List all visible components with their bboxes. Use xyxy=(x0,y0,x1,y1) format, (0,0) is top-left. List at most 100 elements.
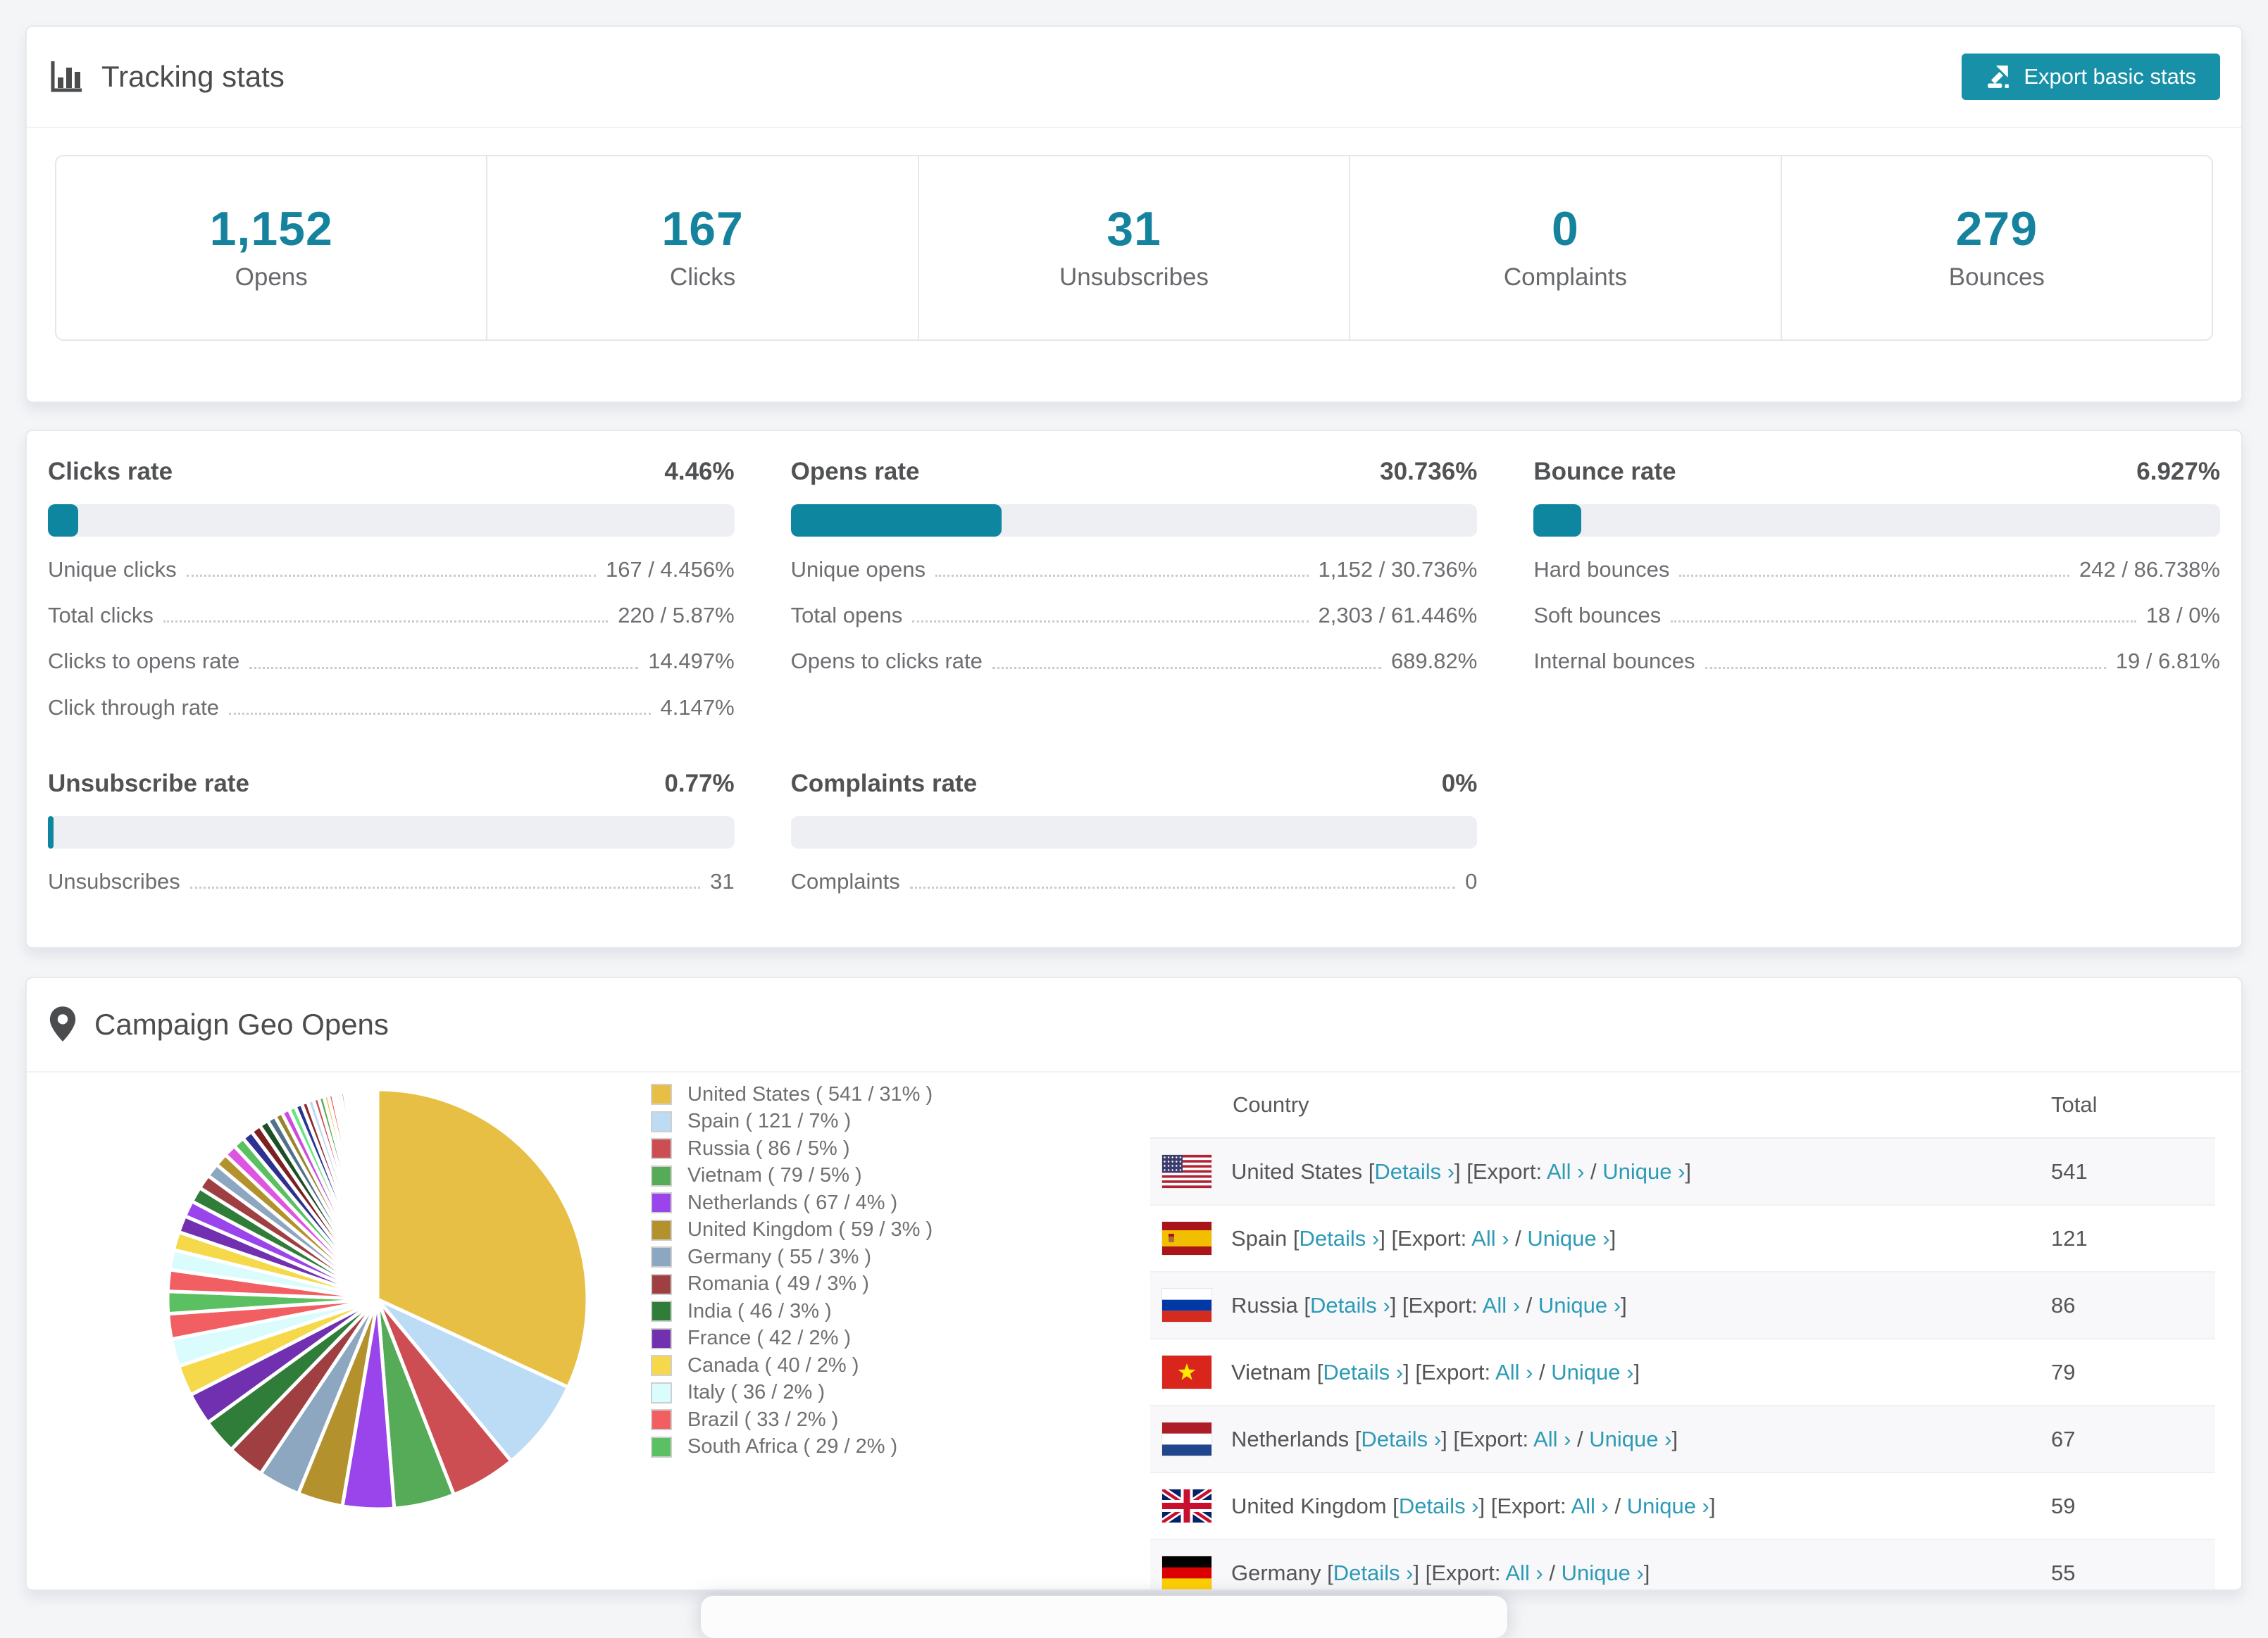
export-all-link[interactable]: All › xyxy=(1505,1561,1543,1585)
legend-swatch xyxy=(651,1273,672,1295)
details-link[interactable]: Details › xyxy=(1361,1427,1441,1451)
bracket-text: ] xyxy=(1685,1158,1692,1184)
tracking-stats-card: Tracking stats Export basic stats 1,152 O… xyxy=(25,25,2243,403)
stat-box: 279 Bounces xyxy=(1780,156,2212,339)
export-unique-link[interactable]: Unique › xyxy=(1602,1159,1685,1184)
page-title: Tracking stats xyxy=(101,60,285,93)
flag-us-icon xyxy=(1161,1154,1212,1189)
legend-label: India ( 46 / 3% ) xyxy=(687,1299,832,1323)
export-all-link[interactable]: All › xyxy=(1495,1360,1533,1384)
geo-content: United States ( 541 / 31% ) Spain ( 121 /… xyxy=(27,1073,2241,1589)
export-all-link[interactable]: All › xyxy=(1483,1293,1520,1318)
rate-detail-value: 242 / 86.738% xyxy=(2079,557,2220,582)
details-link[interactable]: Details › xyxy=(1323,1360,1403,1384)
legend-item: India ( 46 / 3% ) xyxy=(651,1298,933,1325)
rate-header: Bounce rate 6.927% xyxy=(1533,458,2220,486)
rate-title: Complaints rate xyxy=(790,769,978,797)
progress-bar xyxy=(48,815,735,849)
rates-grid: Clicks rate 4.46% Unique clicks 167 / 4.456… xyxy=(27,431,2241,921)
separator-text: / xyxy=(1584,1158,1603,1184)
export-all-link[interactable]: All › xyxy=(1547,1159,1584,1184)
stat-box: 31 Unsubscribes xyxy=(917,156,1349,339)
dotted-leader xyxy=(249,666,639,669)
dotted-leader xyxy=(912,620,1309,623)
rate-header: Complaints rate 0% xyxy=(791,770,1478,798)
rate-title: Bounce rate xyxy=(1533,458,1676,485)
rate-detail-label: Complaints xyxy=(790,868,900,894)
total-cell: 121 xyxy=(2051,1225,2088,1251)
rate-detail-label: Unique opens xyxy=(790,557,926,582)
rate-block: Opens rate 30.736% Unique opens 1,152 / 30.… xyxy=(790,458,1478,675)
legend-label: Germany ( 55 / 3% ) xyxy=(687,1245,872,1268)
bracket-text: ] xyxy=(1643,1560,1650,1585)
flag-es-icon xyxy=(1161,1221,1212,1256)
rate-detail-value: 31 xyxy=(710,868,735,894)
rate-detail-row: Unique clicks 167 / 4.456% xyxy=(48,556,735,582)
legend-swatch xyxy=(651,1327,672,1349)
export-icon xyxy=(1988,65,2010,88)
rate-detail-value: 1,152 / 30.736% xyxy=(1318,557,1478,582)
stat-label: Unsubscribes xyxy=(1059,263,1209,291)
stat-boxes: 1,152 Opens 167 Clicks 31 Unsubscribes 0 Compla… xyxy=(55,155,2213,341)
country-name: Russia [ xyxy=(1231,1292,1310,1318)
export-unique-link[interactable]: Unique › xyxy=(1562,1561,1644,1585)
country-column-header: Country xyxy=(1233,1092,1309,1117)
export-unique-link[interactable]: Unique › xyxy=(1627,1494,1709,1518)
legend-swatch xyxy=(651,1084,672,1106)
progress-bar-fill xyxy=(48,815,54,849)
rate-value: 0.77% xyxy=(664,769,735,797)
bracket-text: ] xyxy=(1709,1493,1716,1518)
legend-label: Vietnam ( 79 / 5% ) xyxy=(687,1164,862,1187)
tracking-stats-title: Tracking stats xyxy=(48,58,285,95)
geo-legend: United States ( 541 / 31% ) Spain ( 121 /… xyxy=(651,1081,933,1461)
rate-detail-row: Complaints 0 xyxy=(791,868,1478,894)
legend-swatch xyxy=(651,1409,672,1431)
country-name: Spain [ xyxy=(1231,1225,1300,1251)
rate-detail-label: Unsubscribes xyxy=(48,868,180,894)
details-link[interactable]: Details › xyxy=(1374,1159,1454,1184)
bracket-text: ] [Export: xyxy=(1478,1493,1571,1518)
export-unique-link[interactable]: Unique › xyxy=(1551,1360,1633,1384)
country-cell: Germany [Details ›] [Export: All › / Uni… xyxy=(1231,1561,1650,1586)
dotted-leader xyxy=(1671,620,2136,623)
dotted-leader xyxy=(1705,666,2106,669)
separator-text: / xyxy=(1509,1225,1528,1251)
export-all-link[interactable]: All › xyxy=(1533,1427,1571,1451)
country-name: Vietnam [ xyxy=(1231,1359,1323,1384)
total-cell: 79 xyxy=(2051,1359,2076,1384)
progress-bar-fill xyxy=(790,504,1002,537)
rate-header: Opens rate 30.736% xyxy=(791,458,1478,486)
rates-card: Clicks rate 4.46% Unique clicks 167 / 4.456… xyxy=(25,430,2243,949)
flag-vn-icon xyxy=(1161,1355,1212,1389)
export-basic-stats-button[interactable]: Export basic stats xyxy=(1962,54,2220,100)
stat-value: 167 xyxy=(661,202,744,256)
legend-item: Vietnam ( 79 / 5% ) xyxy=(651,1163,933,1190)
legend-label: United Kingdom ( 59 / 3% ) xyxy=(687,1218,933,1242)
rate-value: 6.927% xyxy=(2136,458,2220,485)
rate-detail-row: Opens to clicks rate 689.82% xyxy=(791,648,1478,674)
pie-slice-other xyxy=(375,1087,380,1300)
export-unique-link[interactable]: Unique › xyxy=(1538,1293,1621,1318)
dotted-leader xyxy=(909,886,1456,889)
legend-item: Italy ( 36 / 2% ) xyxy=(651,1380,933,1407)
bar-chart-icon xyxy=(51,61,82,92)
export-unique-link[interactable]: Unique › xyxy=(1527,1226,1609,1251)
progress-bar xyxy=(1533,504,2220,537)
legend-swatch xyxy=(651,1219,672,1241)
rate-detail-label: Total clicks xyxy=(48,603,154,628)
export-all-link[interactable]: All › xyxy=(1471,1226,1509,1251)
rate-detail-row: Unsubscribes 31 xyxy=(48,868,735,894)
details-link[interactable]: Details › xyxy=(1333,1561,1414,1585)
bracket-text: ] [Export: xyxy=(1390,1292,1483,1318)
separator-text: / xyxy=(1533,1359,1552,1384)
export-unique-link[interactable]: Unique › xyxy=(1589,1427,1671,1451)
details-link[interactable]: Details › xyxy=(1300,1226,1380,1251)
export-all-link[interactable]: All › xyxy=(1571,1494,1608,1518)
legend-swatch xyxy=(651,1111,672,1132)
rate-header: Clicks rate 4.46% xyxy=(48,458,735,486)
table-row-vn: Vietnam [Details ›] [Export: All › / Uni… xyxy=(1150,1339,2215,1406)
details-link[interactable]: Details › xyxy=(1399,1494,1479,1518)
rate-value: 0% xyxy=(1441,769,1478,797)
dotted-leader xyxy=(1679,574,2070,577)
details-link[interactable]: Details › xyxy=(1310,1293,1390,1318)
